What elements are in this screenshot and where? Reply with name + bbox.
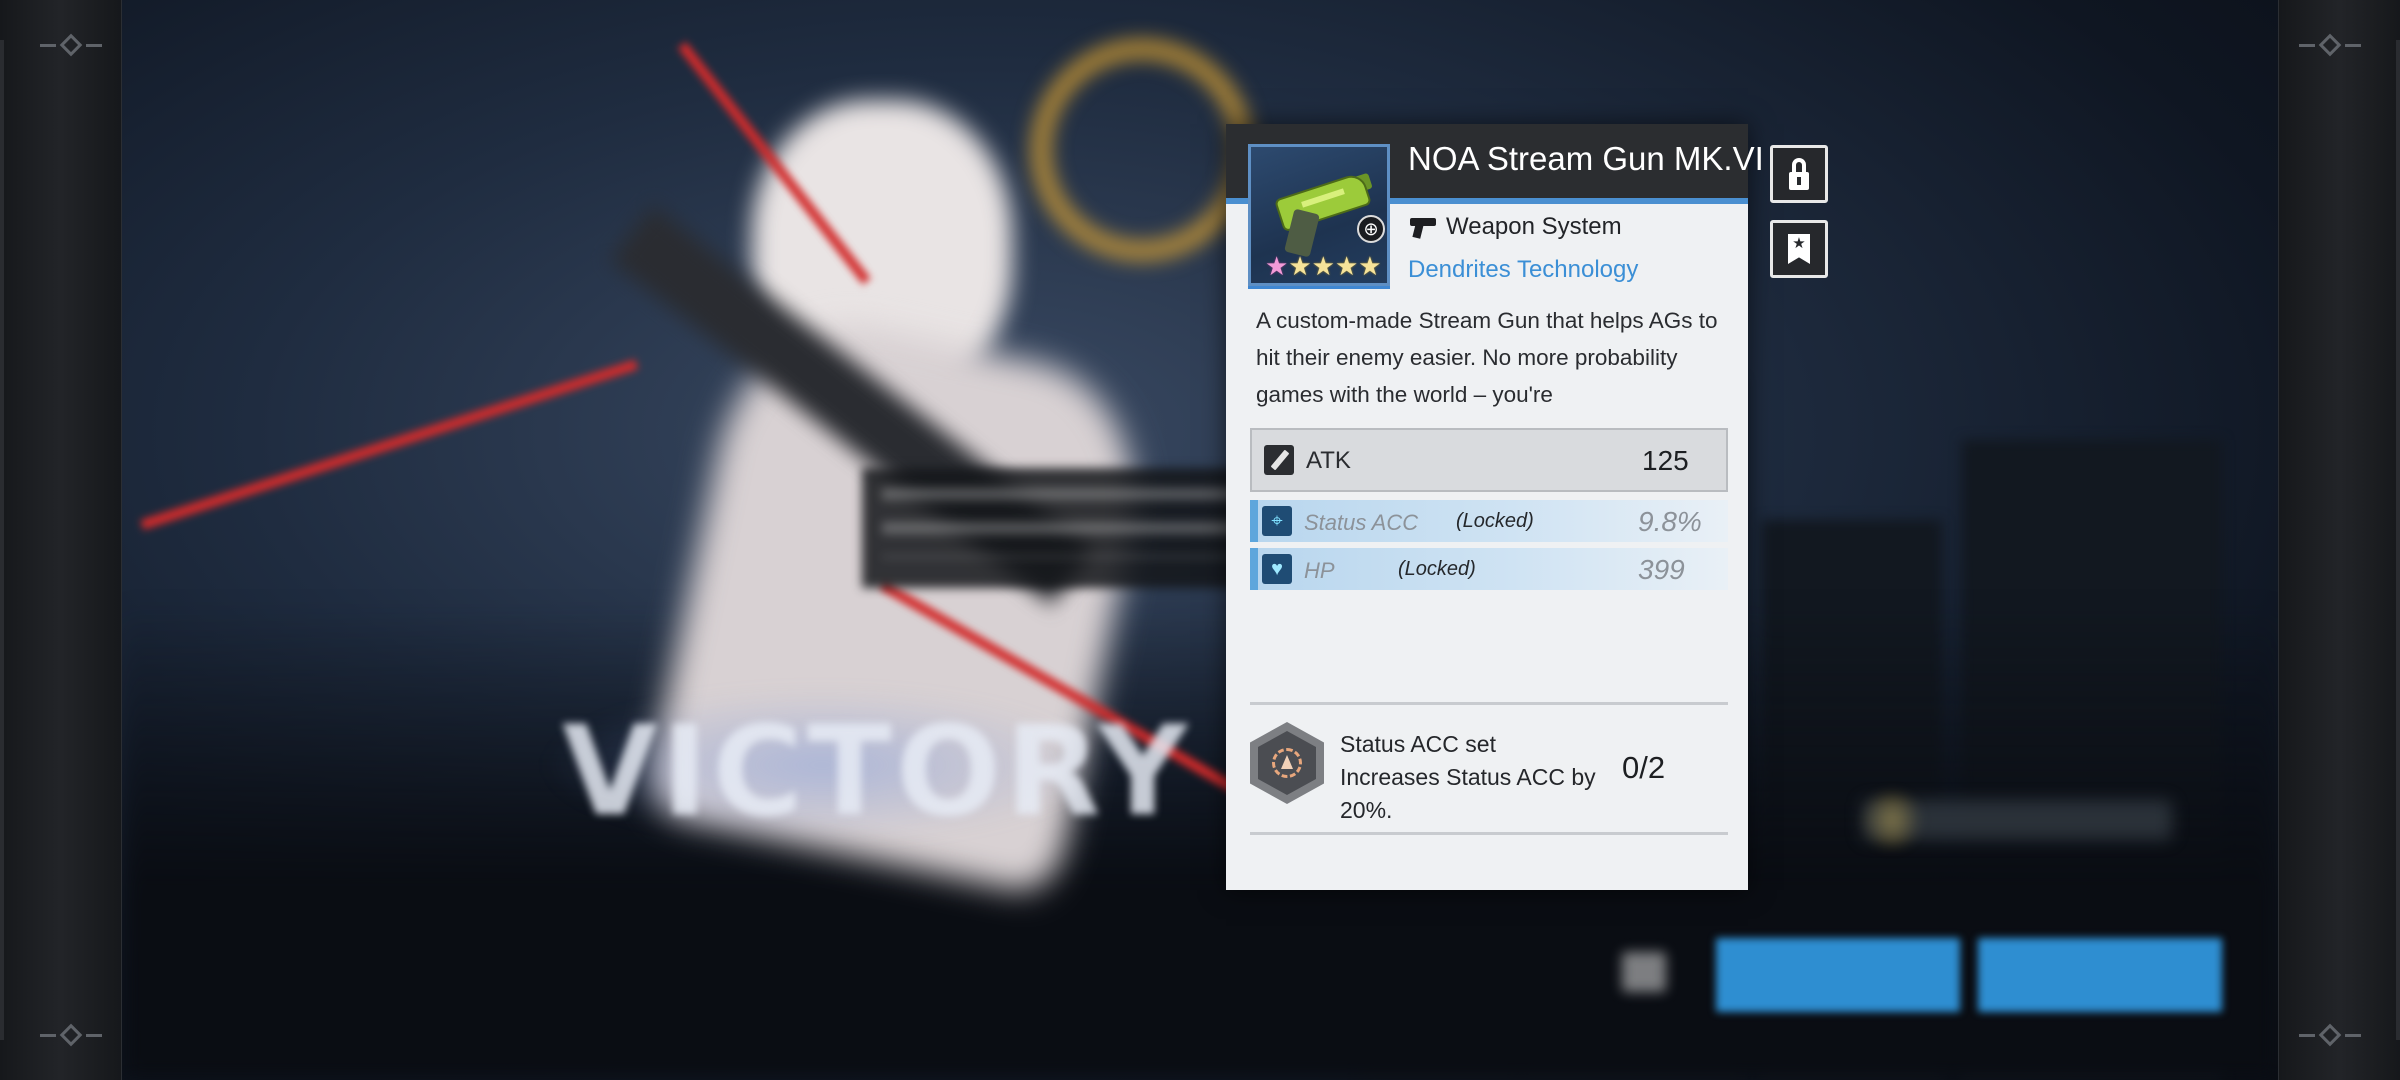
sub-stat-lock-label: (Locked)	[1398, 558, 1476, 580]
hexagon-set-icon	[1250, 722, 1324, 804]
sub-stat-name: HP	[1304, 558, 1335, 583]
pen-icon	[1264, 445, 1294, 475]
item-name: NOA Stream Gun MK.VI	[1408, 140, 1764, 177]
result-button-blurred	[1978, 938, 2222, 1012]
reward-bar-blurred	[1862, 800, 2172, 840]
right-frame-bar	[2278, 0, 2400, 1080]
item-description: A custom-made Stream Gun that helps AGs …	[1256, 308, 1718, 407]
left-frame-bar	[0, 0, 122, 1080]
crosshair-badge-icon: ⊕	[1357, 215, 1385, 243]
sub-stat-value: 9.8%	[1638, 506, 1702, 537]
set-divider	[1250, 702, 1728, 705]
item-manufacturer: Dendrites Technology	[1408, 256, 1639, 283]
set-bonus-effect: Increases Status ACC by 20%.	[1340, 764, 1596, 823]
sub-stat-row: ⌖ Status ACC (Locked) 9.8%	[1250, 500, 1728, 542]
item-thumbnail: ⊕ ★ ★ ★ ★ ★	[1248, 144, 1390, 286]
frame-ornament-icon	[2295, 30, 2365, 60]
star-icon: ★	[1311, 251, 1335, 281]
sub-stat-name: Status ACC	[1304, 510, 1419, 535]
heart-icon: ♥	[1262, 554, 1292, 584]
sub-stat-value: 399	[1638, 554, 1685, 585]
halo-ring	[1032, 40, 1252, 260]
left-frame-edge	[0, 40, 4, 1040]
right-frame-edge	[2396, 40, 2400, 1040]
item-type: Weapon System	[1446, 213, 1622, 240]
set-divider	[1250, 832, 1728, 835]
lock-button[interactable]	[1770, 145, 1828, 203]
sub-stat-lock-label: (Locked)	[1456, 510, 1534, 532]
item-detail-card: NOA Stream Gun MK.VI ⊕ ★ ★ ★ ★ ★ Weapon …	[1226, 124, 1764, 890]
crosshair-icon: ⌖	[1262, 506, 1292, 536]
favorite-button[interactable]: ★	[1770, 220, 1828, 278]
pistol-icon	[1408, 214, 1438, 240]
set-bonus-count: 0/2	[1622, 750, 1666, 785]
star-icon: ★	[1265, 251, 1289, 281]
rarity-stars: ★ ★ ★ ★ ★	[1265, 253, 1382, 279]
star-icon: ★	[1358, 251, 1382, 281]
set-bonus-text: Status ACC set Increases Status ACC by 2…	[1340, 728, 1600, 827]
result-button-blurred	[1716, 938, 1960, 1012]
frame-ornament-icon	[2295, 1020, 2365, 1050]
star-icon: ★	[1288, 251, 1312, 281]
battle-result-background: VICTORY	[122, 0, 2278, 1080]
frame-ornament-icon	[36, 30, 106, 60]
star-icon: ★	[1334, 251, 1359, 281]
sub-stat-row: ♥ HP (Locked) 399	[1250, 548, 1728, 590]
set-bonus-title: Status ACC set	[1340, 731, 1496, 757]
main-stat-row: ATK 125	[1250, 428, 1728, 492]
auto-icon-blurred	[1622, 952, 1666, 992]
main-stat-name: ATK	[1306, 447, 1351, 474]
item-type-row: Weapon System	[1408, 210, 1622, 244]
main-stat-value: 125	[1642, 445, 1689, 476]
victory-banner: VICTORY	[562, 700, 1192, 844]
frame-ornament-icon	[36, 1020, 106, 1050]
